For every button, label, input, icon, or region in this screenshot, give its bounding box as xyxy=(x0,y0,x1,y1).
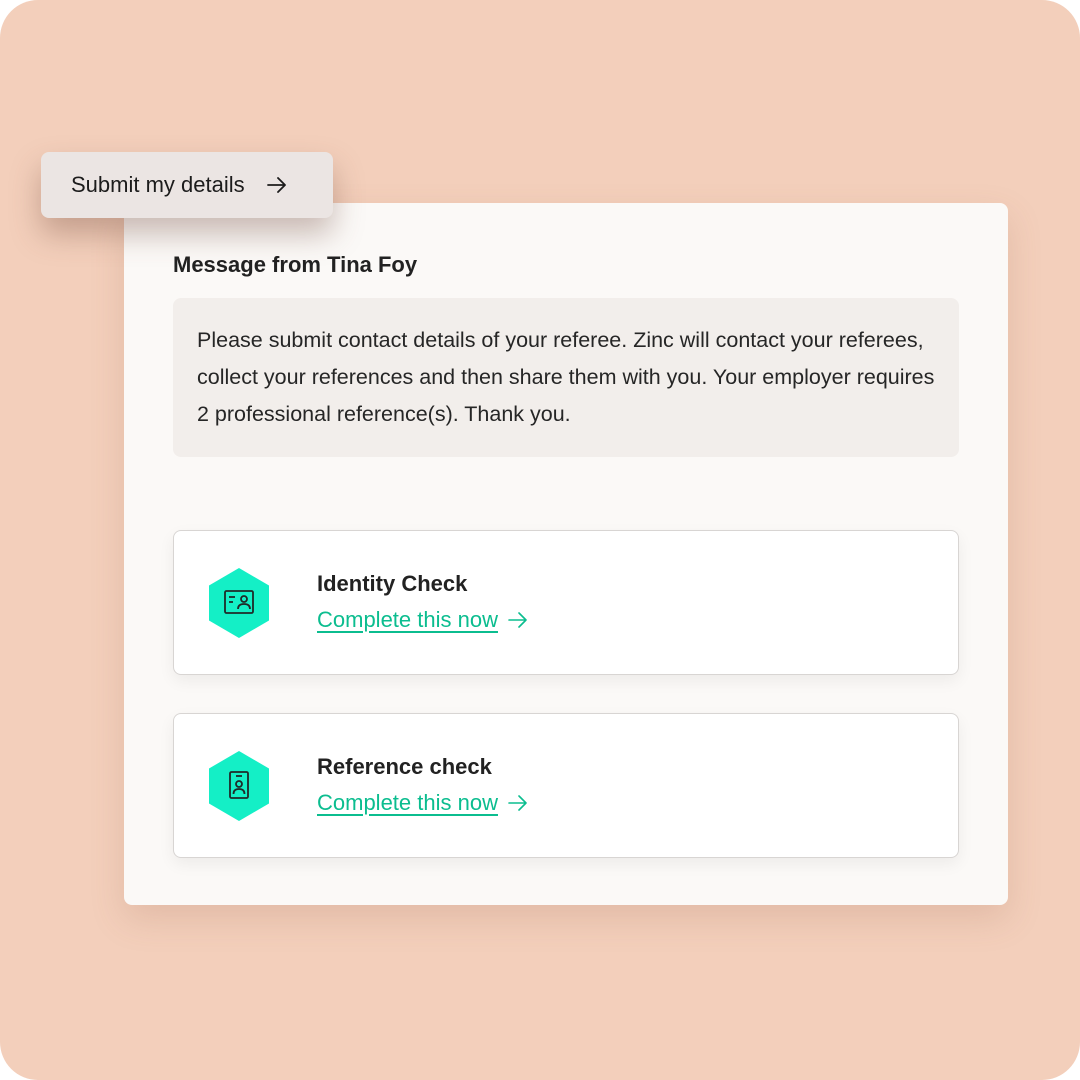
arrow-right-icon xyxy=(508,612,528,628)
identity-check-link-label: Complete this now xyxy=(317,607,498,632)
id-card-icon xyxy=(208,567,270,639)
badge-icon xyxy=(208,750,270,822)
identity-check-card: Identity Check Complete this now xyxy=(173,530,959,675)
canvas-background: Submit my details Message from Tina Foy … xyxy=(0,0,1080,1080)
reference-check-link-label: Complete this now xyxy=(317,790,498,815)
identity-check-complete-link[interactable]: Complete this now xyxy=(317,607,528,633)
arrow-right-icon xyxy=(508,795,528,811)
reference-check-complete-link[interactable]: Complete this now xyxy=(317,790,528,816)
message-body: Please submit contact details of your re… xyxy=(173,298,959,457)
identity-check-title: Identity Check xyxy=(317,571,468,596)
reference-check-title: Reference check xyxy=(317,754,492,779)
arrow-right-icon xyxy=(266,177,287,193)
submit-details-button[interactable]: Submit my details xyxy=(41,152,333,218)
message-heading: Message from Tina Foy xyxy=(173,252,418,277)
reference-check-card: Reference check Complete this now xyxy=(173,713,959,858)
submit-details-label: Submit my details xyxy=(71,172,245,197)
